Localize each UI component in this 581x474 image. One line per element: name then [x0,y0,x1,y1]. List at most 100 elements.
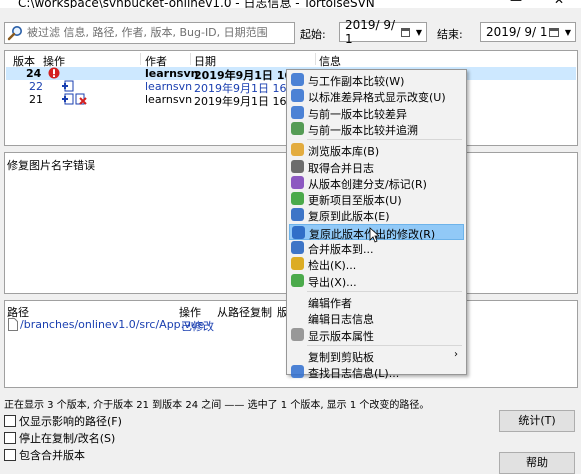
author-cell: learnsvn [145,93,193,106]
context-menu-item[interactable]: 导出(X)... [289,273,464,289]
menu-item-label: 合并版本到... [308,243,374,256]
menu-item-label: 导出(X)... [308,275,357,289]
context-menu-item[interactable]: 检出(K)... [289,256,464,272]
menu-item-label: 复原到此版本(E) [308,210,390,224]
properties-icon [291,327,304,341]
merge-icon [291,241,304,254]
menu-item-label: 编辑作者 [308,296,352,310]
author-cell: learnsvn [145,80,193,93]
context-menu-item[interactable]: 浏览版本库(B) [289,142,464,158]
context-menu-item[interactable]: 复制到剪贴板 › [289,348,464,364]
context-menu-item[interactable]: 与工作副本比较(W) [289,72,464,88]
menu-item-label: 编辑日志信息 [308,313,374,327]
calendar-icon [548,27,559,37]
menu-item-label: 从版本创建分支/标记(R) [308,177,427,191]
branch-icon [291,175,304,189]
title-bar: C:\workspace\svnbucket-onlinev1.0 - 日志信息… [0,0,581,8]
to-date-value: 2019/ 9/ 1 [486,25,548,39]
menu-separator [307,344,462,346]
context-menu-item[interactable]: 查找日志信息(L)... [289,364,464,380]
search-input[interactable] [27,24,291,41]
menu-item-label: 复制到剪贴板 [308,350,374,364]
context-menu-item[interactable]: 以标准差异格式显示改变(U) [289,88,464,104]
menu-item-label: 与前一版本比较并追溯 [308,123,418,137]
stop-on-copy-checkbox[interactable]: 停止在复制/改名(S) [4,430,115,446]
checkbox-label: 包含合并版本 [19,449,85,462]
menu-item-label: 与前一版本比较差异 [308,107,407,121]
context-menu-item[interactable]: 与前一版本比较差异 [289,105,464,121]
chevron-down-icon: ▼ [415,27,422,37]
status-text: 正在显示 3 个版本, 介于版本 21 到版本 24 之间 —— 选中了 1 个… [4,400,430,411]
chevron-down-icon: ▼ [564,27,571,37]
search-box[interactable] [4,22,295,44]
menu-separator [307,290,462,292]
menu-item-label: 以标准差异格式显示改变(U) [308,91,446,105]
column-divider [190,53,191,65]
checkout-icon [291,257,304,271]
search-icon[interactable] [7,25,23,41]
include-merged-checkbox[interactable]: 包含合并版本 [4,447,85,463]
revision-cell: 22 [29,80,43,93]
menu-item-label: 查找日志信息(L)... [308,367,400,381]
checkbox-box[interactable] [4,449,16,461]
chevron-right-icon: › [454,348,458,360]
window-title: C:\workspace\svnbucket-onlinev1.0 - 日志信息… [18,0,375,8]
menu-item-label: 更新项目至版本(U) [308,194,402,208]
compare-previous-icon [291,105,304,119]
column-divider [140,53,141,65]
mouse-cursor-icon [369,227,379,243]
statistics-button[interactable]: 统计(T) [499,410,575,432]
file-icon [8,318,18,331]
unified-diff-icon [291,89,304,103]
path-cell: /branches/onlinev1.0/src/App.vue [20,318,205,331]
context-menu-item[interactable]: 编辑作者 [289,294,464,310]
revision-cell: 21 [29,93,43,106]
to-date-picker[interactable]: 2019/ 9/ 1 ▼ [480,22,576,42]
context-menu[interactable]: 与工作副本比较(W) 以标准差异格式显示改变(U) 与前一版本比较差异 与前一版本比较… [286,69,467,380]
menu-item-label: 取得合并日志 [308,161,374,175]
compare-icon [291,73,304,86]
revert-changes-icon [292,225,305,239]
to-label: 结束: [437,28,463,41]
add-file-icon [62,80,74,92]
author-cell: learnsvn [145,67,199,80]
context-menu-item[interactable]: 编辑日志信息 [289,310,464,326]
column-divider [315,53,316,65]
merge-log-icon [291,159,304,173]
menu-item-label: 显示版本属性 [308,329,374,343]
context-menu-item[interactable]: 与前一版本比较并追溯 [289,121,464,137]
from-date-picker[interactable]: 2019/ 9/ 1 ▼ [339,18,427,46]
checkbox-box[interactable] [4,432,16,444]
menu-item-label: 检出(K)... [308,259,357,273]
context-menu-item[interactable]: 复原到此版本(E) [289,207,464,223]
export-icon [291,273,304,287]
help-button[interactable]: 帮助 [499,452,575,474]
add-file-icon [62,93,74,105]
menu-separator [307,139,462,141]
context-menu-item[interactable]: 从版本创建分支/标记(R) [289,175,464,191]
blame-icon [291,121,304,135]
revert-to-icon [291,208,304,222]
repo-browser-icon [291,143,304,157]
checkbox-box[interactable] [4,415,16,427]
revision-cell: 24 [26,67,42,80]
from-date-value: 2019/ 9/ 1 [345,18,396,46]
log-message-text: 修复图片名字错误 [7,159,95,172]
context-menu-item[interactable]: 更新项目至版本(U) [289,191,464,207]
context-menu-item[interactable]: 显示版本属性 [289,327,464,343]
affected-paths-checkbox[interactable]: 仅显示影响的路径(F) [4,413,122,429]
calendar-icon [400,27,410,37]
error-icon [48,67,60,79]
checkbox-label: 仅显示影响的路径(F) [19,415,122,428]
update-icon [291,192,304,206]
context-menu-item[interactable]: 取得合并日志 [289,159,464,175]
find-icon [291,365,304,379]
minimize-button[interactable]: — [510,0,522,7]
menu-item-label: 浏览版本库(B) [308,145,380,159]
action-cell: 已修改 [181,320,214,333]
from-label: 起始: [300,28,326,41]
delete-file-icon [75,93,87,105]
close-button[interactable]: ✕ [554,0,564,7]
menu-item-label: 与工作副本比较(W) [308,75,405,88]
checkbox-label: 停止在复制/改名(S) [19,432,116,445]
